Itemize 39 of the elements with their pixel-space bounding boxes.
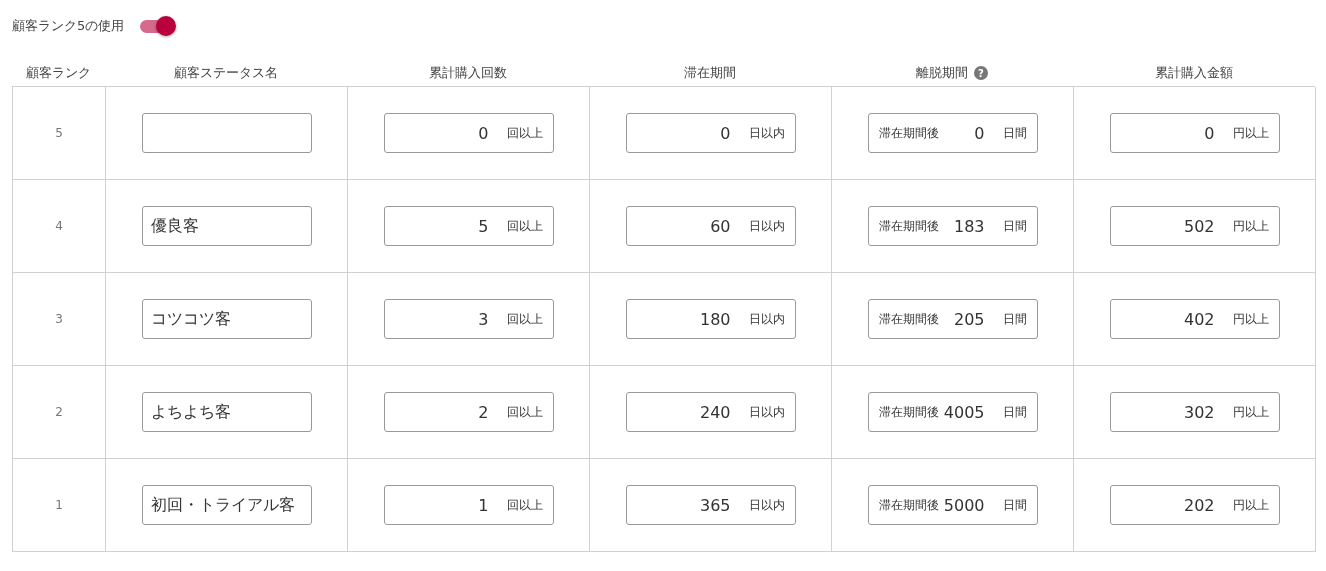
rank-number: 1: [55, 498, 63, 512]
input-field[interactable]: 302 円以上: [1109, 392, 1280, 432]
column-header: 顧客ステータス名: [174, 64, 278, 82]
column-header: 累計購入回数: [429, 64, 507, 82]
column-header: 滞在期間: [684, 64, 736, 82]
input-field[interactable]: コツコツ客: [141, 299, 312, 339]
input-field[interactable]: [141, 113, 312, 153]
input-field[interactable]: 240 日以内: [625, 392, 796, 432]
input-field[interactable]: 滞在期間後 4005 日間: [867, 392, 1038, 432]
input-field[interactable]: 0 日以内: [625, 113, 796, 153]
input-field[interactable]: 365 日以内: [625, 485, 796, 525]
rank-number: 3: [55, 312, 63, 326]
input-field[interactable]: 滞在期間後 183 日間: [867, 206, 1038, 246]
help-icon[interactable]: ?: [974, 66, 988, 80]
input-field[interactable]: 初回・トライアル客: [141, 485, 312, 525]
input-field[interactable]: よちよち客: [141, 392, 312, 432]
input-field[interactable]: 202 円以上: [1109, 485, 1280, 525]
column-header: 顧客ランク: [26, 64, 91, 82]
rank-number: 2: [55, 405, 63, 419]
input-field[interactable]: 3 回以上: [383, 299, 554, 339]
input-field[interactable]: 0 回以上: [383, 113, 554, 153]
input-field[interactable]: 1 回以上: [383, 485, 554, 525]
input-field[interactable]: 402 円以上: [1109, 299, 1280, 339]
input-field[interactable]: 0 円以上: [1109, 113, 1280, 153]
input-field[interactable]: 滞在期間後 0 日間: [867, 113, 1038, 153]
input-field[interactable]: 502 円以上: [1109, 206, 1280, 246]
input-field[interactable]: 優良客: [141, 206, 312, 246]
input-field[interactable]: 60 日以内: [625, 206, 796, 246]
column-header: 累計購入金額: [1155, 64, 1233, 82]
column-header: 離脱期間: [916, 64, 968, 82]
input-field[interactable]: 2 回以上: [383, 392, 554, 432]
toggle-switch[interactable]: [138, 14, 177, 38]
toggle-label: 顧客ランク5の使用: [12, 17, 125, 35]
input-field[interactable]: 滞在期間後 5000 日間: [867, 485, 1038, 525]
rank-number: 5: [55, 126, 63, 140]
input-field[interactable]: 180 日以内: [625, 299, 796, 339]
input-field[interactable]: 5 回以上: [383, 206, 554, 246]
rank-number: 4: [55, 219, 63, 233]
input-field[interactable]: 滞在期間後 205 日間: [867, 299, 1038, 339]
